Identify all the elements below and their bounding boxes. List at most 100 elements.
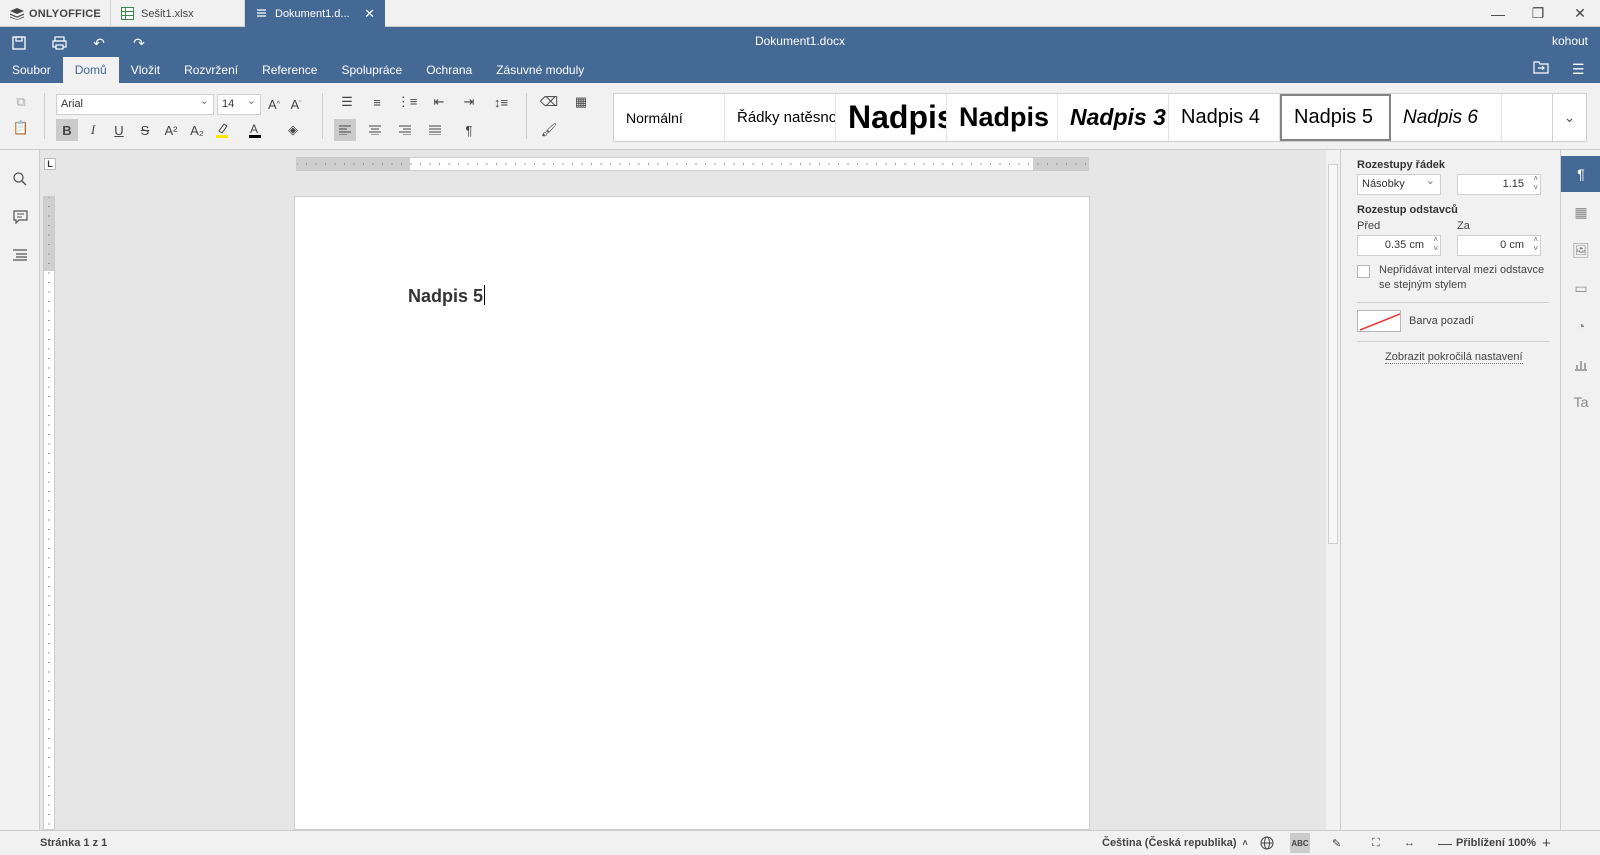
spinner-icon[interactable]: ˄ ˅ (1433, 235, 1438, 253)
menu-home[interactable]: Domů (62, 57, 119, 83)
style-heading-5[interactable]: Nadpis 5 (1280, 94, 1391, 141)
spellcheck-icon[interactable]: ABC (1290, 833, 1310, 853)
user-name[interactable]: kohout (1552, 34, 1588, 48)
background-color-swatch[interactable] (1357, 310, 1401, 332)
style-heading-2[interactable]: Nadpis 2 (947, 94, 1058, 141)
header-footer-icon[interactable]: ▭ (1561, 270, 1600, 306)
left-sidebar (0, 150, 40, 830)
zoom-in-icon[interactable]: + (1542, 831, 1551, 855)
menu-file[interactable]: Soubor (0, 57, 63, 83)
font-name-combo[interactable]: Arial (56, 92, 214, 115)
spinner-icon[interactable]: ˄ ˅ (1533, 174, 1538, 192)
table-settings-icon[interactable]: ▦ (1561, 194, 1600, 230)
comments-icon[interactable] (9, 206, 31, 228)
minimize-button[interactable]: — (1480, 0, 1516, 27)
page-info: Stránka 1 z 1 (40, 837, 108, 849)
zoom-out-icon[interactable]: — (1438, 831, 1452, 855)
close-window-button[interactable]: ✕ (1562, 0, 1598, 27)
scrollbar-thumb[interactable] (1328, 164, 1338, 544)
menu-collaboration[interactable]: Spolupráce (329, 57, 414, 83)
paragraph-settings-icon[interactable]: ¶ (1561, 156, 1600, 192)
increase-indent-icon[interactable]: ⇥ (458, 91, 480, 113)
paragraph-settings-panel: Rozestupy řádek Násobky 1.15 ˄˅ Rozestup… (1340, 150, 1560, 830)
superscript-button[interactable]: A² (160, 119, 182, 141)
restore-button[interactable]: ❐ (1520, 0, 1556, 27)
chevron-down-icon[interactable]: ⌄ (1552, 94, 1586, 141)
spacing-before-value: 0.35 cm (1384, 239, 1424, 251)
spinner-icon[interactable]: ˄ ˅ (1533, 235, 1538, 253)
align-left-icon[interactable] (334, 119, 356, 141)
align-right-icon[interactable] (394, 119, 416, 141)
globe-icon[interactable] (1260, 831, 1274, 855)
document-page[interactable]: Nadpis 5 (294, 196, 1090, 830)
menu-protection[interactable]: Ochrana (414, 57, 484, 83)
spacing-after-input[interactable]: 0 cm ˄ ˅ (1457, 235, 1541, 256)
font-size-combo[interactable]: 14 (217, 92, 261, 115)
bullet-list-icon[interactable]: ☰ (336, 91, 358, 113)
paragraph-marks-icon[interactable]: ¶ (458, 119, 480, 141)
fit-width-icon[interactable]: ↔ (1404, 831, 1415, 855)
chart-settings-icon[interactable] (1561, 346, 1600, 382)
menu-references[interactable]: Reference (250, 57, 329, 83)
menu-insert[interactable]: Vložit (119, 57, 172, 83)
align-center-icon[interactable] (364, 119, 386, 141)
menu-layout[interactable]: Rozvržení (172, 57, 250, 83)
style-normal[interactable]: Normální (614, 94, 725, 141)
decrease-font-icon[interactable]: Aˇ (285, 93, 307, 115)
horizontal-ruler[interactable] (296, 157, 1089, 171)
navigation-icon[interactable] (9, 244, 31, 266)
italic-button[interactable]: I (82, 119, 104, 141)
tab-document[interactable]: Dokument1.d... ✕ (245, 0, 385, 27)
textart-settings-icon[interactable]: Ta (1561, 384, 1600, 420)
numbered-list-icon[interactable]: ≡ (366, 91, 388, 113)
menu-plugins[interactable]: Zásuvné moduly (484, 57, 596, 83)
style-heading-1[interactable]: Nadpis 1 (836, 94, 947, 141)
bold-button[interactable]: B (56, 119, 78, 141)
main-menu: Soubor Domů Vložit Rozvržení Reference S… (0, 57, 596, 83)
vertical-scrollbar[interactable] (1326, 150, 1340, 830)
line-spacing-icon[interactable]: ↕≡ (490, 91, 512, 113)
font-color-icon[interactable]: A (244, 119, 266, 141)
search-icon[interactable] (9, 168, 31, 190)
heading-paragraph[interactable]: Nadpis 5 (408, 285, 486, 307)
home-toolbar: ⧉ 📋 Arial 14 A^ Aˇ B I U S A² A₂ A ◈ ☰ ≡… (0, 83, 1600, 150)
language-select[interactable]: Čeština (Česká republika) ˄ (1102, 831, 1248, 855)
no-interval-label: Nepřidávat interval mezi odstavce (1379, 264, 1545, 276)
line-spacing-value-input[interactable]: 1.15 ˄ ˅ (1457, 174, 1541, 195)
tab-stop-selector[interactable]: L (44, 158, 56, 170)
spacing-after-value: 0 cm (1500, 239, 1524, 251)
document-title: Dokument1.docx (754, 34, 846, 48)
decrease-indent-icon[interactable]: ⇤ (428, 91, 450, 113)
shape-settings-icon[interactable]: ◔ (1561, 308, 1600, 344)
line-spacing-mode-select[interactable]: Násobky (1357, 172, 1441, 195)
subscript-button[interactable]: A₂ (186, 119, 208, 141)
no-interval-checkbox[interactable] (1357, 265, 1370, 278)
style-heading-6[interactable]: Nadpis 6 (1391, 94, 1502, 141)
color-scheme-icon[interactable]: ▦ (570, 91, 592, 113)
multilevel-list-icon[interactable]: ⋮≡ (396, 91, 418, 113)
open-location-icon[interactable] (1533, 61, 1549, 77)
highlight-icon[interactable] (212, 119, 234, 141)
fit-page-icon[interactable]: ⛶ (1372, 831, 1380, 855)
paste-icon[interactable]: 📋 (10, 117, 32, 139)
style-no-spacing[interactable]: Řádky natěsno (725, 94, 836, 141)
spacing-before-input[interactable]: 0.35 cm ˄ ˅ (1357, 235, 1441, 256)
style-heading-3[interactable]: Nadpis 3 (1058, 94, 1169, 141)
fill-color-icon[interactable]: ◈ (282, 119, 304, 141)
image-settings-icon[interactable]: 🖼 (1561, 232, 1600, 268)
before-label: Před (1357, 220, 1381, 232)
hamburger-menu-icon[interactable]: ☰ (1572, 61, 1585, 78)
vertical-ruler[interactable] (43, 196, 55, 830)
tab-spreadsheet[interactable]: Sešit1.xlsx (110, 0, 245, 27)
copy-style-icon[interactable]: 🖌 (538, 119, 560, 141)
close-icon[interactable]: ✕ (364, 6, 375, 22)
underline-button[interactable]: U (108, 119, 130, 141)
track-changes-icon[interactable]: ✎ (1332, 831, 1341, 855)
style-heading-4[interactable]: Nadpis 4 (1169, 94, 1280, 141)
align-justify-icon[interactable] (424, 119, 446, 141)
copy-icon[interactable]: ⧉ (10, 91, 32, 113)
advanced-settings-link[interactable]: Zobrazit pokročilá nastavení (1385, 351, 1523, 364)
increase-font-icon[interactable]: A ^ (263, 93, 285, 115)
clear-style-icon[interactable]: ⌫ (538, 91, 560, 113)
strikethrough-button[interactable]: S (134, 119, 156, 141)
